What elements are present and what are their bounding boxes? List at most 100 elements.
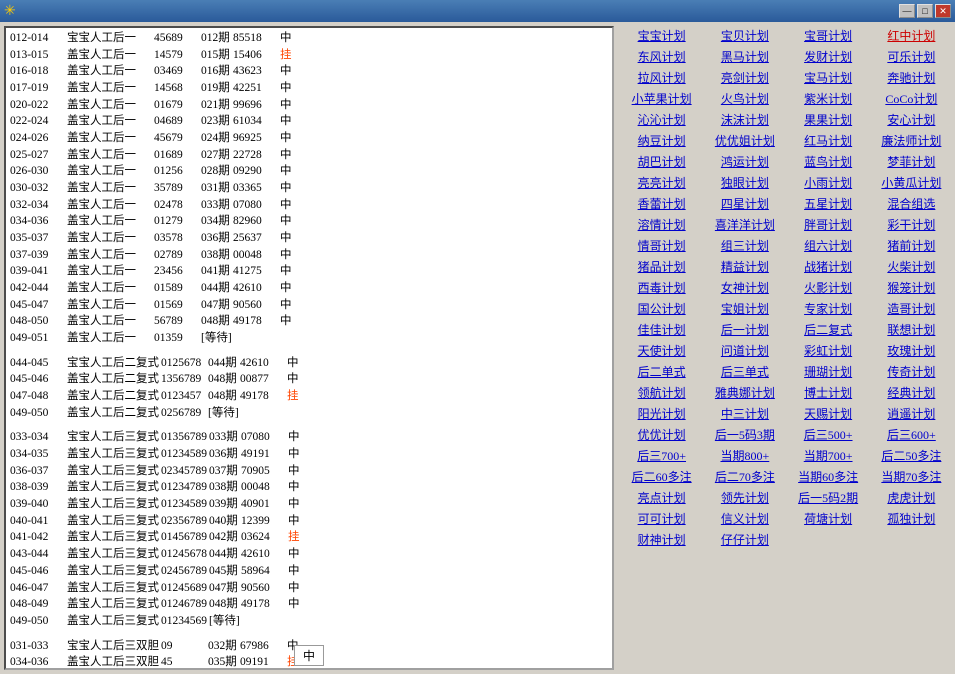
grid-link-item[interactable]: 国公计划 xyxy=(622,299,701,318)
grid-link-item[interactable]: 紫米计划 xyxy=(789,89,868,108)
grid-link-item[interactable]: 后二60多注 xyxy=(622,467,701,486)
grid-link-item[interactable]: 仔仔计划 xyxy=(705,530,784,549)
grid-link-item[interactable]: 宝哥计划 xyxy=(789,26,868,45)
grid-link-item[interactable]: 领先计划 xyxy=(705,488,784,507)
grid-link-item[interactable]: 胖哥计划 xyxy=(789,215,868,234)
grid-link-item[interactable]: 优优姐计划 xyxy=(705,131,784,150)
grid-link-item[interactable]: 后一5码2期 xyxy=(789,488,868,507)
grid-link-item[interactable]: 天使计划 xyxy=(622,341,701,360)
grid-link-item[interactable]: 精益计划 xyxy=(705,257,784,276)
grid-link-item[interactable]: 当期60多注 xyxy=(789,467,868,486)
grid-link-item[interactable]: 蓝鸟计划 xyxy=(789,152,868,171)
grid-link-item[interactable]: 鸿运计划 xyxy=(705,152,784,171)
grid-link-item[interactable]: 宝马计划 xyxy=(789,68,868,87)
grid-link-item[interactable]: 佳佳计划 xyxy=(622,320,701,339)
grid-link-item[interactable]: 后三700+ xyxy=(622,446,701,465)
grid-link-item[interactable]: 玫瑰计划 xyxy=(872,341,951,360)
grid-link-item[interactable]: 亮点计划 xyxy=(622,488,701,507)
grid-link-item[interactable]: 混合组选 xyxy=(872,194,951,213)
grid-link-item[interactable]: 亮亮计划 xyxy=(622,173,701,192)
grid-link-item[interactable]: 财神计划 xyxy=(622,530,701,549)
grid-link-item[interactable]: 后二单式 xyxy=(622,362,701,381)
grid-link-item[interactable]: 火柴计划 xyxy=(872,257,951,276)
grid-link-item[interactable]: 猪前计划 xyxy=(872,236,951,255)
grid-link-item[interactable]: 中三计划 xyxy=(705,404,784,423)
grid-link-item[interactable]: 彩干计划 xyxy=(872,215,951,234)
grid-link-item[interactable]: 沫沫计划 xyxy=(705,110,784,129)
grid-link-item[interactable]: 西毒计划 xyxy=(622,278,701,297)
grid-link-item[interactable]: 火影计划 xyxy=(789,278,868,297)
grid-link-item[interactable]: 组三计划 xyxy=(705,236,784,255)
grid-link-item[interactable]: 后一5码3期 xyxy=(705,425,784,444)
grid-link-item[interactable]: 战猪计划 xyxy=(789,257,868,276)
grid-link-item[interactable]: 五星计划 xyxy=(789,194,868,213)
grid-link-item[interactable]: 胡巴计划 xyxy=(622,152,701,171)
grid-link-item[interactable]: 红马计划 xyxy=(789,131,868,150)
grid-link-item[interactable]: 宝贝计划 xyxy=(705,26,784,45)
grid-link-item[interactable]: 后二70多注 xyxy=(705,467,784,486)
grid-link-item[interactable]: 亮剑计划 xyxy=(705,68,784,87)
grid-link-item[interactable]: 信义计划 xyxy=(705,509,784,528)
grid-link-item[interactable]: 阳光计划 xyxy=(622,404,701,423)
grid-link-item[interactable]: 经典计划 xyxy=(872,383,951,402)
grid-link-item[interactable]: 小黄瓜计划 xyxy=(872,173,951,192)
grid-link-item[interactable]: 可乐计划 xyxy=(872,47,951,66)
grid-link-item[interactable]: 雅典娜计划 xyxy=(705,383,784,402)
grid-link-item[interactable]: 小雨计划 xyxy=(789,173,868,192)
grid-link-item[interactable]: 女神计划 xyxy=(705,278,784,297)
grid-link-item[interactable]: 拉风计划 xyxy=(622,68,701,87)
grid-link-item[interactable]: 逍遥计划 xyxy=(872,404,951,423)
list-container[interactable]: 012-014 宝宝人工后一 45689 012期 85518 中 013-01… xyxy=(6,28,612,668)
grid-link-item[interactable]: 宝宝计划 xyxy=(622,26,701,45)
grid-link-item[interactable]: 奔驰计划 xyxy=(872,68,951,87)
grid-link-item[interactable]: 后二复式 xyxy=(789,320,868,339)
grid-link-item[interactable]: 沁沁计划 xyxy=(622,110,701,129)
grid-link-item[interactable]: 珊瑚计划 xyxy=(789,362,868,381)
grid-link-item[interactable]: 传奇计划 xyxy=(872,362,951,381)
grid-link-item[interactable]: 当期700+ xyxy=(789,446,868,465)
grid-link-item[interactable]: 后三500+ xyxy=(789,425,868,444)
grid-link-item[interactable]: 发财计划 xyxy=(789,47,868,66)
grid-link-item[interactable]: 孤独计划 xyxy=(872,509,951,528)
grid-link-item[interactable]: 后三600+ xyxy=(872,425,951,444)
grid-link-item[interactable]: 梦菲计划 xyxy=(872,152,951,171)
grid-link-item[interactable]: 造哥计划 xyxy=(872,299,951,318)
grid-link-item[interactable]: 溶情计划 xyxy=(622,215,701,234)
maximize-button[interactable]: □ xyxy=(917,4,933,18)
grid-link-item[interactable]: 荷塘计划 xyxy=(789,509,868,528)
grid-link-item[interactable]: 猴笼计划 xyxy=(872,278,951,297)
grid-link-item[interactable]: 黑马计划 xyxy=(705,47,784,66)
grid-link-item[interactable]: 当期70多注 xyxy=(872,467,951,486)
grid-link-item[interactable]: 领航计划 xyxy=(622,383,701,402)
grid-link-item[interactable]: 彩虹计划 xyxy=(789,341,868,360)
grid-link-item[interactable]: 安心计划 xyxy=(872,110,951,129)
grid-link-item[interactable]: 东风计划 xyxy=(622,47,701,66)
grid-link-item[interactable]: 后二50多注 xyxy=(872,446,951,465)
grid-link-item[interactable]: 独眼计划 xyxy=(705,173,784,192)
grid-link-item[interactable]: 小苹果计划 xyxy=(622,89,701,108)
minimize-button[interactable]: — xyxy=(899,4,915,18)
grid-link-item[interactable]: CoCo计划 xyxy=(872,89,951,108)
grid-link-item[interactable]: 后三单式 xyxy=(705,362,784,381)
grid-link-item[interactable]: 猪品计划 xyxy=(622,257,701,276)
close-button[interactable]: ✕ xyxy=(935,4,951,18)
grid-link-item[interactable]: 博士计划 xyxy=(789,383,868,402)
grid-link-item[interactable]: 后一计划 xyxy=(705,320,784,339)
grid-link-item[interactable]: 当期800+ xyxy=(705,446,784,465)
grid-link-item[interactable]: 果果计划 xyxy=(789,110,868,129)
grid-link-item[interactable]: 虎虎计划 xyxy=(872,488,951,507)
grid-link-item[interactable]: 可可计划 xyxy=(622,509,701,528)
grid-link-item[interactable]: 组六计划 xyxy=(789,236,868,255)
grid-link-item[interactable]: 优优计划 xyxy=(622,425,701,444)
grid-link-item[interactable]: 天赐计划 xyxy=(789,404,868,423)
grid-link-item[interactable]: 专家计划 xyxy=(789,299,868,318)
grid-link-item[interactable]: 廉法师计划 xyxy=(872,131,951,150)
grid-link-item[interactable]: 香蕾计划 xyxy=(622,194,701,213)
grid-link-item[interactable]: 宝姐计划 xyxy=(705,299,784,318)
grid-link-item[interactable]: 问道计划 xyxy=(705,341,784,360)
grid-link-item[interactable]: 联想计划 xyxy=(872,320,951,339)
grid-link-item[interactable]: 喜洋洋计划 xyxy=(705,215,784,234)
grid-link-item[interactable]: 情哥计划 xyxy=(622,236,701,255)
grid-link-item[interactable]: 四星计划 xyxy=(705,194,784,213)
grid-link-item[interactable]: 纳豆计划 xyxy=(622,131,701,150)
